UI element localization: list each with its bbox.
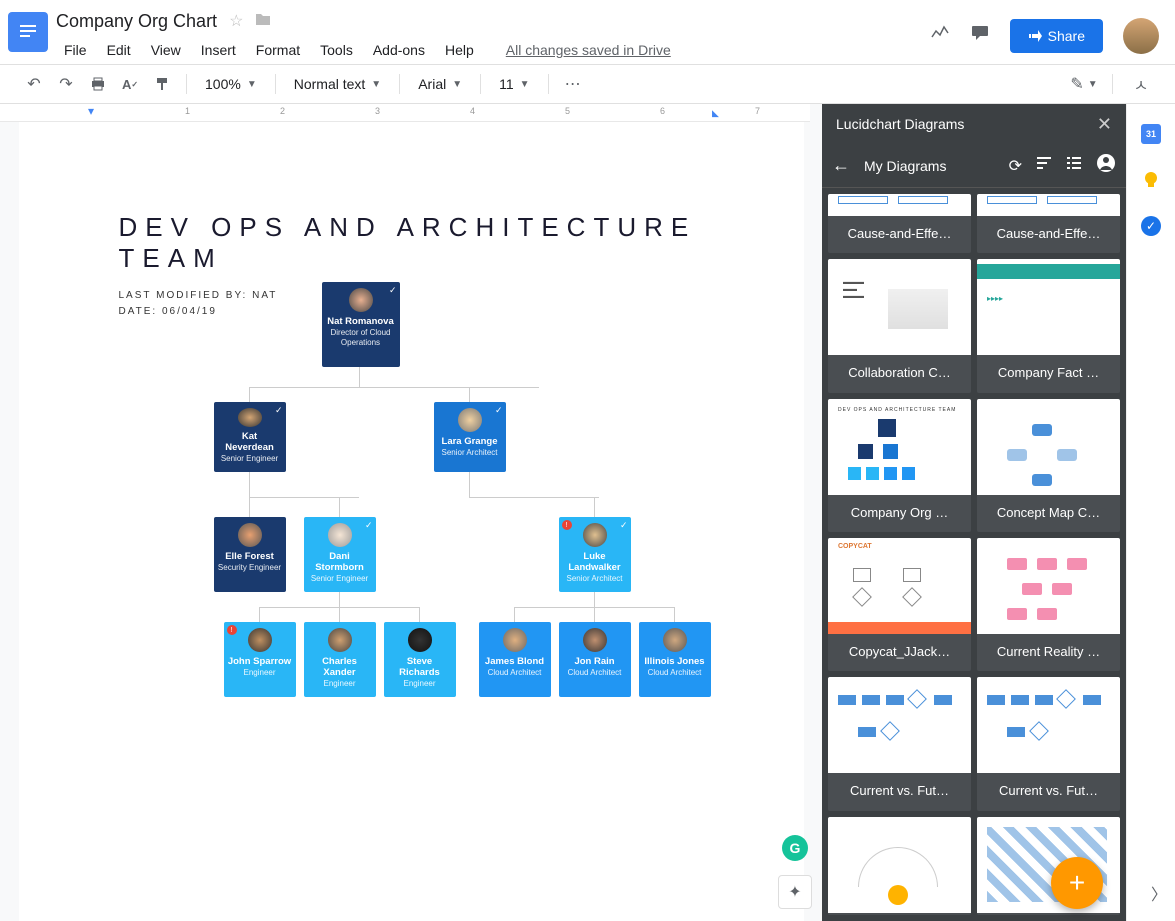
- warn-icon: !: [562, 520, 572, 530]
- tasks-icon[interactable]: ✓: [1141, 216, 1161, 236]
- menu-addons[interactable]: Add-ons: [365, 38, 433, 62]
- diagram-card[interactable]: ▸▸▸▸ Company Fact …: [977, 259, 1120, 392]
- zoom-select[interactable]: 100%▼: [197, 76, 265, 92]
- toolbar: ↶ ↷ A✓ 100%▼ Normal text▼ Arial▼ 11▼ ⋯ ✎…: [0, 64, 1175, 104]
- org-node[interactable]: Jon Rain Cloud Architect: [559, 622, 631, 697]
- save-status[interactable]: All changes saved in Drive: [506, 38, 671, 62]
- menubar: File Edit View Insert Format Tools Add-o…: [56, 38, 930, 62]
- keep-icon[interactable]: [1139, 168, 1163, 192]
- check-icon: ✓: [389, 285, 397, 296]
- check-icon: ✓: [620, 520, 628, 531]
- chevron-right-icon[interactable]: 〉: [1151, 881, 1167, 905]
- panel-header-title: Lucidchart Diagrams: [836, 116, 964, 132]
- diagram-card[interactable]: Cause-and-Effe…: [828, 194, 971, 253]
- diagram-card[interactable]: Current Reality …: [977, 538, 1120, 671]
- list-view-icon[interactable]: [1066, 155, 1082, 176]
- diagram-card[interactable]: Cause-and-Effe…: [977, 194, 1120, 253]
- org-node[interactable]: Charles Xander Engineer: [304, 622, 376, 697]
- comments-icon[interactable]: [970, 23, 990, 49]
- document-page[interactable]: DEV OPS AND ARCHITECTURE TEAM LAST MODIF…: [19, 122, 804, 921]
- org-node[interactable]: ✓ ! Luke Landwalker Senior Architect: [559, 517, 631, 592]
- refresh-icon[interactable]: ⟳: [1009, 156, 1022, 176]
- explore-button[interactable]: ✦: [778, 875, 812, 909]
- grammarly-icon[interactable]: G: [782, 835, 808, 861]
- share-button[interactable]: Share: [1010, 19, 1103, 53]
- diagram-card[interactable]: [977, 817, 1120, 915]
- add-diagram-fab[interactable]: +: [1051, 857, 1103, 909]
- org-node-root[interactable]: ✓ Nat Romanova Director of Cloud Operati…: [322, 282, 400, 367]
- org-node[interactable]: James Blond Cloud Architect: [479, 622, 551, 697]
- document-title[interactable]: Company Org Chart: [56, 11, 217, 32]
- indent-left-icon[interactable]: ▾: [88, 104, 94, 118]
- right-rail: 31 ✓: [1126, 104, 1175, 921]
- activity-icon[interactable]: [930, 23, 950, 49]
- calendar-icon[interactable]: 31: [1141, 124, 1161, 144]
- lucidchart-panel: Lucidchart Diagrams ✕ ← My Diagrams ⟳ Ca…: [822, 104, 1126, 921]
- star-icon[interactable]: ☆: [229, 11, 243, 31]
- title-area: Company Org Chart ☆ File Edit View Inser…: [56, 8, 930, 62]
- font-select[interactable]: Arial▼: [410, 76, 470, 92]
- indent-right-icon[interactable]: ◣: [712, 108, 719, 119]
- spellcheck-button[interactable]: A✓: [116, 70, 144, 98]
- header-right: Share: [930, 18, 1159, 54]
- menu-file[interactable]: File: [56, 38, 95, 62]
- page-title: DEV OPS AND ARCHITECTURE TEAM: [119, 212, 704, 274]
- menu-insert[interactable]: Insert: [193, 38, 244, 62]
- diagram-card[interactable]: Current vs. Fut…: [828, 677, 971, 810]
- fontsize-select[interactable]: 11▼: [491, 76, 537, 92]
- panel-header: Lucidchart Diagrams ✕: [822, 104, 1126, 144]
- org-node[interactable]: Elle Forest Security Engineer: [214, 517, 286, 592]
- print-button[interactable]: [84, 70, 112, 98]
- warn-icon: !: [227, 625, 237, 635]
- diagram-grid[interactable]: Cause-and-Effe… Cause-and-Effe… ▬▬▬▬▬▬▬▬…: [822, 188, 1126, 921]
- org-node[interactable]: Steve Richards Engineer: [384, 622, 456, 697]
- undo-button[interactable]: ↶: [20, 70, 48, 98]
- check-icon: ✓: [365, 520, 373, 531]
- back-icon[interactable]: ←: [832, 155, 850, 176]
- hide-menus-button[interactable]: ㅅ: [1127, 70, 1155, 98]
- redo-button[interactable]: ↷: [52, 70, 80, 98]
- style-select[interactable]: Normal text▼: [286, 76, 389, 92]
- user-avatar[interactable]: [1123, 18, 1159, 54]
- check-icon: ✓: [495, 405, 503, 416]
- menu-edit[interactable]: Edit: [99, 38, 139, 62]
- menu-format[interactable]: Format: [248, 38, 308, 62]
- menu-help[interactable]: Help: [437, 38, 482, 62]
- diagram-card[interactable]: Concept Map C…: [977, 399, 1120, 532]
- org-node[interactable]: Illinois Jones Cloud Architect: [639, 622, 711, 697]
- menu-tools[interactable]: Tools: [312, 38, 361, 62]
- share-label: Share: [1048, 28, 1085, 44]
- document-area[interactable]: ▾ 1 2 3 4 5 6 7 ◣ DEV OPS AND ARCHITECTU…: [0, 104, 822, 921]
- more-button[interactable]: ⋯: [559, 70, 587, 98]
- org-node[interactable]: ✓ Kat Neverdean Senior Engineer: [214, 402, 286, 472]
- panel-toolbar: ← My Diagrams ⟳: [822, 144, 1126, 188]
- app-header: Company Org Chart ☆ File Edit View Inser…: [0, 0, 1175, 64]
- diagram-card[interactable]: DEV OPS AND ARCHITECTURE TEAM Company Or…: [828, 399, 971, 532]
- diagram-card[interactable]: ▬▬▬▬▬▬▬▬ Collaboration C…: [828, 259, 971, 392]
- diagram-card[interactable]: Current vs. Fut…: [977, 677, 1120, 810]
- ruler[interactable]: ▾ 1 2 3 4 5 6 7 ◣: [0, 104, 810, 122]
- close-icon[interactable]: ✕: [1097, 114, 1112, 135]
- folder-icon[interactable]: [255, 12, 271, 31]
- sort-icon[interactable]: [1036, 155, 1052, 176]
- org-node[interactable]: ✓ Lara Grange Senior Architect: [434, 402, 506, 472]
- menu-view[interactable]: View: [143, 38, 189, 62]
- check-icon: ✓: [275, 405, 283, 416]
- paint-format-button[interactable]: [148, 70, 176, 98]
- org-chart[interactable]: ✓ Nat Romanova Director of Cloud Operati…: [99, 282, 719, 712]
- diagram-card[interactable]: COPYCAT Copycat_JJack…: [828, 538, 971, 671]
- org-node[interactable]: ! John Sparrow Engineer: [224, 622, 296, 697]
- docs-logo-icon[interactable]: [8, 12, 48, 52]
- edit-mode-button[interactable]: ✎▼: [1070, 70, 1098, 98]
- account-icon[interactable]: [1096, 153, 1116, 178]
- diagram-card[interactable]: [828, 817, 971, 915]
- org-node[interactable]: ✓ Dani Stormborn Senior Engineer: [304, 517, 376, 592]
- panel-title: My Diagrams: [864, 158, 995, 174]
